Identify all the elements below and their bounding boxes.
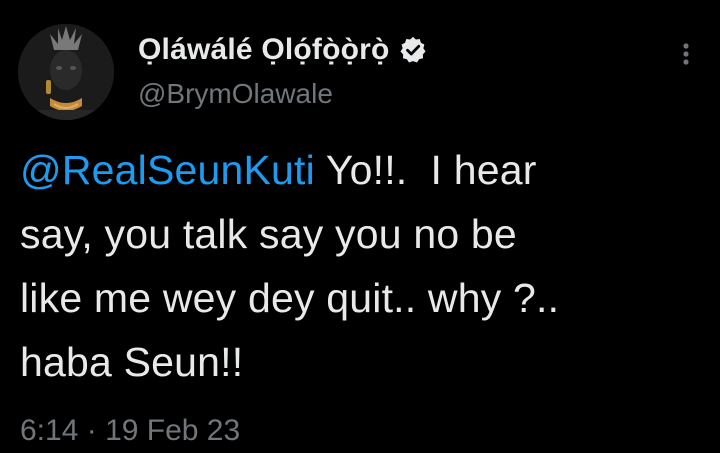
- name-row: Ọláwálé Ọlọ́fọ̀ọ̀rọ̀: [138, 28, 428, 72]
- tweet-text-line: @RealSeunKuti Yo!!. I hear: [20, 138, 710, 202]
- verified-badge-icon: [398, 35, 428, 65]
- avatar-photo-icon: [18, 24, 114, 120]
- more-options-button[interactable]: [674, 38, 698, 70]
- tweet-text-line: say, you talk say you no be: [20, 211, 517, 257]
- mention-link[interactable]: @RealSeunKuti: [20, 147, 315, 193]
- avatar[interactable]: [18, 24, 114, 120]
- tweet-text: @RealSeunKuti Yo!!. I hear say, you talk…: [20, 138, 710, 394]
- tweet-text-segment: Yo!!. I hear: [325, 147, 537, 193]
- tweet-text-line: haba Seun!!: [20, 339, 244, 385]
- user-handle[interactable]: @BrymOlawale: [138, 78, 428, 110]
- tweet-time[interactable]: 6:14: [20, 414, 78, 447]
- author-block: Ọláwálé Ọlọ́fọ̀ọ̀rọ̀ @BrymOlawale: [138, 28, 428, 110]
- more-vertical-icon: [683, 43, 689, 65]
- tweet-card: Ọláwálé Ọlọ́fọ̀ọ̀rọ̀ @BrymOlawale @RealS…: [0, 0, 720, 453]
- tweet-meta: 6:14 · 19 Feb 23: [20, 414, 240, 448]
- tweet-date[interactable]: 19 Feb 23: [105, 414, 240, 447]
- tweet-text-line: like me wey dey quit.. why ?..: [20, 275, 560, 321]
- display-name[interactable]: Ọláwálé Ọlọ́fọ̀ọ̀rọ̀: [138, 33, 390, 67]
- meta-separator: ·: [86, 414, 97, 447]
